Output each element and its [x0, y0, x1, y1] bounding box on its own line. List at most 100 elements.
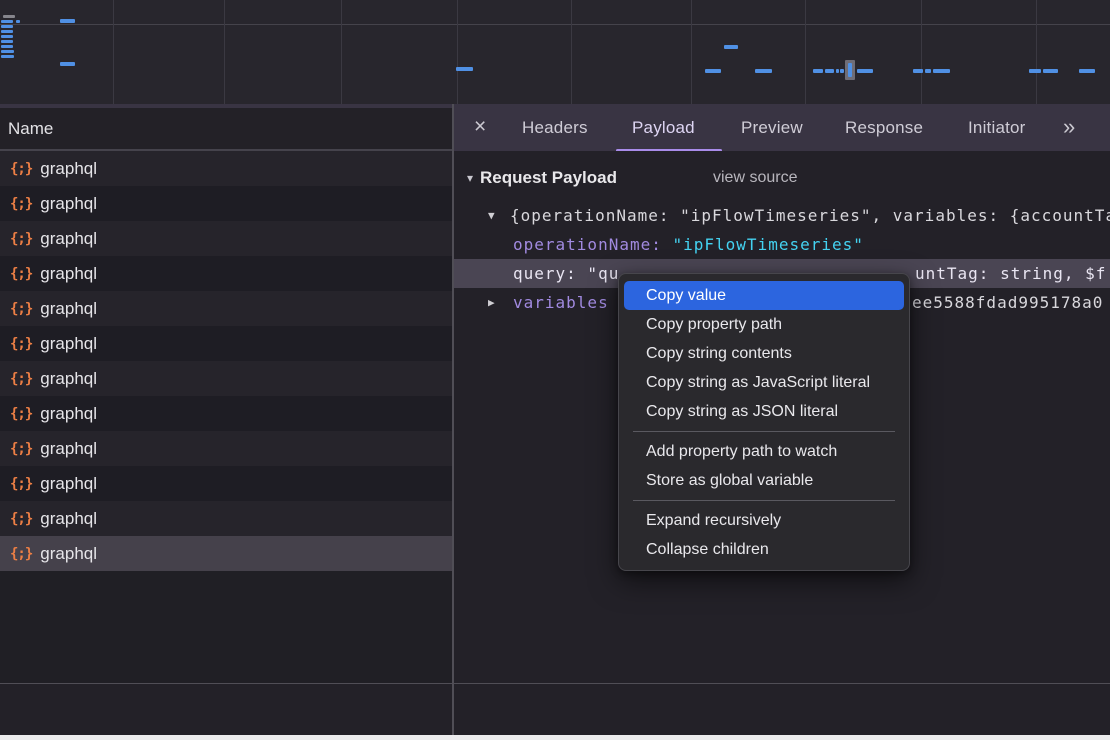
waterfall-bar: [840, 69, 844, 73]
menu-separator: [633, 431, 895, 432]
timeline-gridline: [921, 0, 922, 104]
details-tab-bar: × Headers Payload Preview Response Initi…: [453, 104, 1110, 152]
collapse-triangle-icon[interactable]: ▾: [467, 163, 473, 193]
request-row[interactable]: {;}graphql: [0, 326, 452, 361]
waterfall-bar: [813, 69, 823, 73]
waterfall-bar: [825, 69, 834, 73]
menu-item-expand-recursively[interactable]: Expand recursively: [619, 506, 909, 535]
query-property-fragment: query: "qu: [513, 259, 619, 288]
name-column-label: Name: [0, 119, 53, 139]
devtools-network-panel: Name × Headers Payload Preview Response …: [0, 0, 1110, 740]
tab-response[interactable]: Response: [845, 104, 923, 152]
json-fetch-icon: {;}: [10, 301, 32, 317]
waterfall-bar: [933, 69, 950, 73]
json-fetch-icon: {;}: [10, 546, 32, 562]
request-name: graphql: [40, 264, 97, 284]
waterfall-bar: [857, 69, 873, 73]
collapsed-triangle-icon[interactable]: ▶: [488, 288, 495, 317]
variables-preview-fragment: ee5588fdad995178a0: [912, 288, 1103, 317]
menu-item-copy-string-contents[interactable]: Copy string contents: [619, 339, 909, 368]
tree-row-root-preview[interactable]: ▼ {operationName: "ipFlowTimeseries", va…: [454, 201, 1110, 230]
expanded-triangle-icon[interactable]: ▼: [488, 201, 495, 230]
waterfall-bar: [1, 40, 13, 43]
timeline-gridline: [691, 0, 692, 104]
panel-divider[interactable]: [452, 104, 454, 735]
json-fetch-icon: {;}: [10, 161, 32, 177]
menu-item-add-property-path-to-watch[interactable]: Add property path to watch: [619, 437, 909, 466]
request-row[interactable]: {;} graphql: [0, 536, 452, 571]
request-name: graphql: [40, 229, 97, 249]
request-row[interactable]: {;}graphql: [0, 151, 452, 186]
network-overview-timeline[interactable]: [0, 0, 1110, 104]
waterfall-bar: [1, 25, 13, 28]
request-name: graphql: [40, 369, 97, 389]
timeline-gridline: [1036, 0, 1037, 104]
property-value: "ipFlowTimeseries": [673, 235, 864, 254]
waterfall-bar: [456, 67, 473, 71]
request-row[interactable]: {;} graphql: [0, 501, 452, 536]
request-list: {;} graphql {;} graphql {;} graphql {;} graphql…: [0, 151, 452, 683]
request-row[interactable]: {;} graphql: [0, 186, 452, 221]
waterfall-bar: [1079, 69, 1095, 73]
json-fetch-icon: {;}: [10, 511, 32, 527]
waterfall-bar: [1, 35, 13, 38]
timeline-gridline: [571, 0, 572, 104]
timeline-gridline: [341, 0, 342, 104]
tab-initiator[interactable]: Initiator: [968, 104, 1026, 152]
waterfall-bar: [1, 20, 13, 23]
tab-preview[interactable]: Preview: [741, 104, 803, 152]
request-name: graphql: [40, 509, 97, 529]
request-row[interactable]: {;}graphql: [0, 466, 452, 501]
status-bar: [0, 684, 1110, 735]
waterfall-bar: [755, 69, 772, 73]
menu-item-copy-string-js-literal[interactable]: Copy string as JavaScript literal: [619, 368, 909, 397]
waterfall-bar: [724, 45, 738, 49]
waterfall-bar: [60, 62, 75, 66]
request-name: graphql: [40, 439, 97, 459]
request-name: graphql: [40, 299, 97, 319]
menu-item-collapse-children[interactable]: Collapse children: [619, 535, 909, 564]
request-name: graphql: [40, 334, 97, 354]
json-fetch-icon: {;}: [10, 441, 32, 457]
context-menu: Copy value Copy property path Copy strin…: [618, 273, 910, 571]
menu-item-copy-property-path[interactable]: Copy property path: [619, 310, 909, 339]
waterfall-bar: [836, 69, 839, 73]
waterfall-bar: [16, 20, 20, 23]
waterfall-bar: [1, 50, 14, 53]
chevron-double-right-icon[interactable]: »: [1063, 104, 1075, 152]
waterfall-bar: [1043, 69, 1058, 73]
waterfall-bar: [1, 45, 13, 48]
request-row[interactable]: {;}graphql: [0, 361, 452, 396]
query-value-fragment: untTag: string, $f: [915, 259, 1106, 288]
window-bottom-edge: [0, 735, 1110, 740]
request-row[interactable]: {;} graphql: [0, 221, 452, 256]
waterfall-bar: [1, 30, 13, 33]
request-name: graphql: [40, 474, 97, 494]
menu-item-copy-value[interactable]: Copy value: [624, 281, 904, 310]
close-icon[interactable]: ×: [474, 104, 486, 152]
waterfall-bar: [925, 69, 931, 73]
request-row[interactable]: {;} graphql: [0, 431, 452, 466]
waterfall-bar: [1, 55, 14, 58]
root-object-preview: {operationName: "ipFlowTimeseries", vari…: [510, 206, 1110, 225]
tab-payload[interactable]: Payload: [632, 104, 695, 152]
tab-headers[interactable]: Headers: [522, 104, 588, 152]
menu-item-copy-string-json-literal[interactable]: Copy string as JSON literal: [619, 397, 909, 426]
request-row[interactable]: {;} graphql: [0, 256, 452, 291]
menu-item-store-as-global-variable[interactable]: Store as global variable: [619, 466, 909, 495]
json-fetch-icon: {;}: [10, 196, 32, 212]
request-name: graphql: [40, 194, 97, 214]
waterfall-bar: [705, 69, 721, 73]
request-row[interactable]: {;}graphql: [0, 396, 452, 431]
property-key: operationName:: [513, 235, 662, 254]
request-name: graphql: [40, 544, 97, 564]
name-column-header[interactable]: Name: [0, 108, 452, 151]
json-fetch-icon: {;}: [10, 266, 32, 282]
view-source-link[interactable]: view source: [713, 163, 797, 193]
json-fetch-icon: {;}: [10, 231, 32, 247]
request-row[interactable]: {;} graphql: [0, 291, 452, 326]
waterfall-bar: [60, 19, 75, 23]
tree-row-operation-name[interactable]: operationName: "ipFlowTimeseries": [454, 230, 1110, 259]
property-key: variables: [513, 293, 609, 312]
waterfall-bar: [3, 15, 15, 18]
